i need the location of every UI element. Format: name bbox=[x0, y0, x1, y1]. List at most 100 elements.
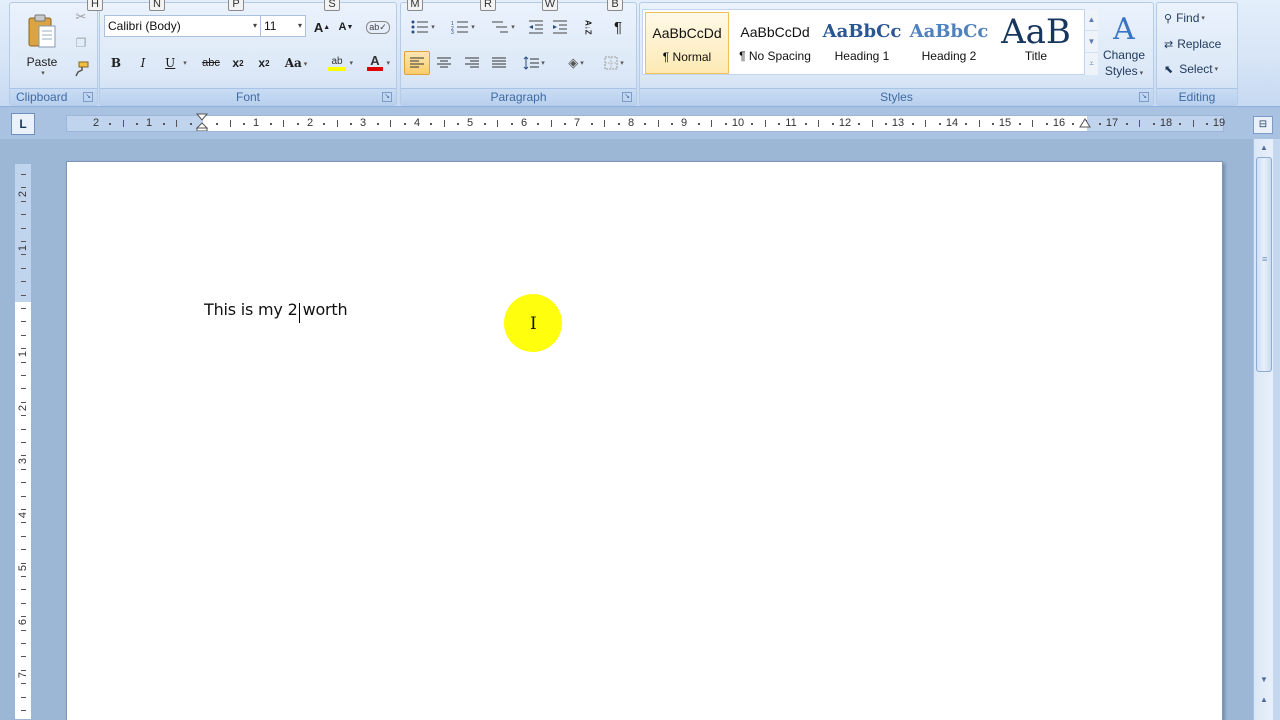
vertical-scrollbar[interactable]: ▲ ≡ ▼ ▲ bbox=[1253, 139, 1273, 720]
align-center-button[interactable] bbox=[432, 52, 456, 74]
increase-indent-button[interactable] bbox=[549, 16, 571, 38]
change-styles-button[interactable]: A Change Styles ▾ bbox=[1100, 8, 1148, 86]
vertical-ruler-tick bbox=[21, 522, 26, 524]
ruler-tick bbox=[1152, 123, 1155, 125]
vertical-ruler-tick bbox=[21, 294, 26, 296]
ruler-number: 9 bbox=[680, 117, 688, 129]
borders-button[interactable]: ▾ bbox=[597, 52, 631, 74]
view-ruler-icon[interactable]: ⊟ bbox=[1253, 116, 1273, 134]
font-size-combo[interactable]: 11 ▾ bbox=[260, 15, 306, 37]
vertical-ruler-tick bbox=[21, 375, 26, 376]
shrink-font-icon: A bbox=[338, 21, 347, 33]
superscript-button[interactable]: x2 bbox=[253, 52, 275, 74]
sort-button[interactable]: A↓Z bbox=[576, 16, 600, 38]
ruler-tick bbox=[497, 120, 499, 127]
ruler-tick bbox=[751, 123, 754, 125]
clear-formatting-button[interactable]: ab✓ bbox=[366, 16, 390, 38]
vertical-ruler-tick bbox=[21, 428, 26, 430]
bullets-button[interactable]: ▾ bbox=[405, 16, 441, 38]
ruler-number: 2 bbox=[306, 117, 314, 129]
multilevel-list-button[interactable]: ▾ bbox=[485, 16, 521, 38]
keytip-m: M bbox=[407, 0, 423, 11]
first-line-indent-marker[interactable] bbox=[196, 113, 208, 131]
scroll-down-icon[interactable]: ▼ bbox=[1255, 672, 1273, 688]
change-case-button[interactable]: Aa ▾ bbox=[280, 52, 312, 74]
vertical-ruler-tick bbox=[21, 576, 26, 577]
justify-button[interactable] bbox=[487, 52, 511, 74]
vertical-ruler-tick bbox=[21, 267, 26, 269]
ruler-tick bbox=[550, 120, 552, 127]
grow-font-button[interactable]: A ▲ bbox=[312, 16, 332, 38]
gallery-up-icon[interactable]: ▲ bbox=[1085, 9, 1098, 31]
style-heading-2[interactable]: AaBbCc Heading 2 bbox=[907, 12, 991, 74]
gallery-down-icon[interactable]: ▼ bbox=[1085, 31, 1098, 53]
style-title-name: Title bbox=[1024, 49, 1048, 63]
styles-group-label: Styles bbox=[640, 88, 1153, 105]
font-size-value: 11 bbox=[264, 19, 277, 33]
ruler-tick bbox=[564, 123, 567, 125]
line-spacing-button[interactable]: ▾ bbox=[517, 52, 551, 74]
decrease-indent-button[interactable] bbox=[525, 16, 547, 38]
find-dropdown-icon: ▾ bbox=[1201, 15, 1205, 22]
vertical-ruler-tick bbox=[21, 401, 26, 403]
vertical-ruler[interactable]: 2 1 1 2 3 4 5 6 7 bbox=[14, 163, 32, 720]
find-button[interactable]: ⚲ Find ▾ bbox=[1163, 7, 1233, 29]
styles-launcher-icon[interactable]: ↘ bbox=[1139, 92, 1149, 102]
ruler-number: 12 bbox=[838, 117, 852, 129]
subscript-button[interactable]: x2 bbox=[227, 52, 249, 74]
bold-button[interactable]: B bbox=[105, 52, 127, 74]
document-page[interactable]: This is my 2 worth bbox=[66, 161, 1223, 720]
document-text-line[interactable]: This is my 2 worth bbox=[204, 300, 348, 319]
shrink-font-button[interactable]: A ▼ bbox=[336, 16, 356, 38]
editing-group: ⚲ Find ▾ ⇄ Replace ⬉ Select ▾ Editing bbox=[1156, 2, 1238, 106]
show-formatting-marks-button[interactable]: ¶ bbox=[606, 16, 630, 38]
ruler-tick bbox=[122, 120, 124, 127]
copy-button[interactable]: ❐ bbox=[70, 33, 92, 53]
ruler-tick bbox=[590, 123, 593, 125]
ruler-tick bbox=[350, 123, 353, 125]
right-indent-marker[interactable] bbox=[1079, 117, 1091, 135]
highlight-button[interactable]: ab ▾ bbox=[318, 52, 356, 74]
strikethrough-button[interactable]: abc bbox=[198, 52, 224, 74]
numbering-button[interactable]: 123 ▾ bbox=[445, 16, 481, 38]
font-launcher-icon[interactable]: ↘ bbox=[382, 92, 392, 102]
style-no-spacing[interactable]: AaBbCcDd ¶ No Spacing bbox=[733, 12, 817, 74]
shading-button[interactable]: ◈ ▾ bbox=[558, 52, 594, 74]
ruler-tick bbox=[136, 123, 139, 125]
ruler-tick bbox=[804, 123, 807, 125]
pilcrow-icon: ¶ bbox=[613, 18, 623, 36]
tab-selector-button[interactable]: L bbox=[11, 113, 35, 135]
format-painter-icon bbox=[75, 61, 89, 77]
vertical-ruler-tick bbox=[21, 549, 26, 551]
scroll-up-icon[interactable]: ▲ bbox=[1255, 140, 1273, 156]
align-left-button[interactable] bbox=[404, 51, 430, 75]
style-heading-1[interactable]: AaBbCc Heading 1 bbox=[820, 12, 904, 74]
paragraph-group-label: Paragraph bbox=[401, 88, 636, 105]
ruler-tick bbox=[992, 123, 995, 125]
ruler-tick bbox=[925, 120, 927, 127]
previous-page-icon[interactable]: ▲ bbox=[1255, 692, 1273, 708]
format-painter-button[interactable] bbox=[70, 59, 92, 79]
styles-gallery-scroll[interactable]: ▲ ▼ ⩡ bbox=[1084, 9, 1098, 75]
italic-button[interactable]: I bbox=[132, 52, 154, 74]
ruler-number: 6 bbox=[520, 117, 528, 129]
font-name-combo[interactable]: Calibri (Body) ▾ bbox=[104, 15, 261, 37]
font-color-button[interactable]: A ▾ bbox=[358, 52, 392, 74]
style-normal[interactable]: AaBbCcDd ¶ Normal bbox=[645, 12, 729, 74]
align-right-button[interactable] bbox=[460, 52, 484, 74]
paste-button[interactable]: Paste ▾ bbox=[14, 6, 70, 84]
replace-button[interactable]: ⇄ Replace bbox=[1163, 33, 1235, 55]
clipboard-launcher-icon[interactable]: ↘ bbox=[83, 92, 93, 102]
ruler-tick bbox=[229, 120, 231, 127]
change-styles-dropdown-icon: ▾ bbox=[1139, 69, 1144, 77]
style-no-spacing-name: ¶ No Spacing bbox=[739, 49, 811, 63]
style-title[interactable]: AaB Title bbox=[994, 12, 1078, 74]
scroll-thumb[interactable]: ≡ bbox=[1256, 157, 1272, 372]
vertical-ruler-tick bbox=[21, 214, 26, 216]
paragraph-launcher-icon[interactable]: ↘ bbox=[622, 92, 632, 102]
horizontal-ruler[interactable]: 2 1 1 2 3 4 5 6 7 8 9 10 11 12 13 14 15 … bbox=[66, 115, 1225, 132]
select-button[interactable]: ⬉ Select ▾ bbox=[1163, 58, 1235, 80]
vertical-ruler-tick bbox=[21, 562, 26, 564]
underline-button[interactable]: U ▾ bbox=[159, 52, 193, 74]
gallery-more-icon[interactable]: ⩡ bbox=[1085, 53, 1098, 75]
